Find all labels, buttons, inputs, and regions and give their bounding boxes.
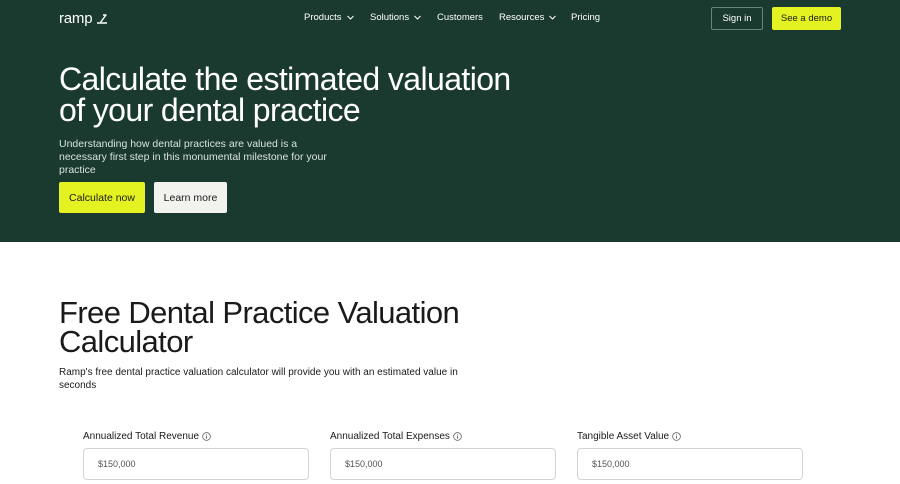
nav-item-label: Customers <box>437 12 483 23</box>
asset-value-input[interactable]: $150,000 <box>577 448 803 480</box>
nav-item-label: Resources <box>499 12 545 23</box>
see-demo-button[interactable]: See a demo <box>772 7 841 30</box>
hero-subtitle: Understanding how dental practices are v… <box>59 138 327 176</box>
calculator-title: Free Dental Practice Valuation Calculato… <box>59 295 460 359</box>
revenue-label: Annualized Total Revenue <box>83 431 211 442</box>
calculator-description: Ramp's free dental practice valuation ca… <box>59 367 458 391</box>
info-icon[interactable] <box>453 432 462 441</box>
chevron-down-icon <box>549 15 557 20</box>
asset-value-label-text: Tangible Asset Value <box>577 431 670 442</box>
logo-wordmark: ramp <box>59 10 93 27</box>
asset-value-label: Tangible Asset Value <box>577 431 681 442</box>
nav-item-products[interactable]: Products <box>304 12 354 23</box>
sign-in-button[interactable]: Sign in <box>711 7 763 30</box>
nav-item-pricing[interactable]: Pricing <box>571 12 600 23</box>
learn-more-button[interactable]: Learn more <box>154 182 227 213</box>
hero-title: Calculate the estimated valuation of you… <box>59 61 511 128</box>
info-icon[interactable] <box>672 432 681 441</box>
chevron-down-icon <box>414 15 421 20</box>
hero-section: ramp Products Solutions Customers Resour… <box>0 0 900 242</box>
ramp-logo-icon <box>97 13 108 24</box>
nav-item-label: Products <box>304 12 342 23</box>
chevron-down-icon <box>346 15 354 20</box>
nav-item-solutions[interactable]: Solutions <box>370 12 421 23</box>
revenue-input[interactable]: $150,000 <box>83 448 309 480</box>
calculate-now-button[interactable]: Calculate now <box>59 182 145 213</box>
ramp-logo[interactable]: ramp <box>59 10 108 27</box>
expenses-label: Annualized Total Expenses <box>330 431 462 442</box>
nav-item-customers[interactable]: Customers <box>437 12 483 23</box>
expenses-label-text: Annualized Total Expenses <box>330 431 450 442</box>
info-icon[interactable] <box>202 432 211 441</box>
nav-item-resources[interactable]: Resources <box>499 12 557 23</box>
revenue-label-text: Annualized Total Revenue <box>83 431 200 442</box>
nav-item-label: Pricing <box>571 12 601 23</box>
expenses-input[interactable]: $150,000 <box>330 448 556 480</box>
nav-item-label: Solutions <box>370 12 410 23</box>
top-nav: ramp Products Solutions Customers Resour… <box>0 0 900 38</box>
